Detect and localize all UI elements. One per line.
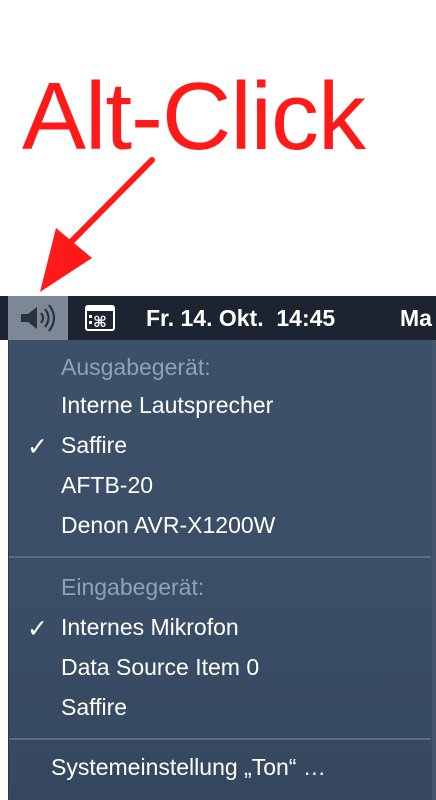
- menu-separator: [9, 556, 431, 558]
- menu-item-label: Systemeinstellung „Ton“ …: [51, 754, 326, 780]
- menubar-clock[interactable]: Fr. 14. Okt. 14:45: [146, 305, 335, 332]
- menu-item-label: Denon AVR-X1200W: [61, 512, 276, 538]
- keyboard-viewer-menu-extra[interactable]: ⌘: [78, 296, 122, 340]
- output-device-item[interactable]: ✓ Saffire: [19, 432, 427, 468]
- annotation-title: Alt-Click: [22, 63, 366, 170]
- menu-item-label: Saffire: [61, 432, 128, 458]
- output-devices-header: Ausgabegerät:: [61, 354, 211, 380]
- output-device-item[interactable]: Interne Lautsprecher: [19, 392, 427, 428]
- keyboard-viewer-icon: ⌘: [85, 305, 115, 331]
- background-window-edge: [432, 340, 436, 800]
- sound-preferences-item[interactable]: Systemeinstellung „Ton“ …: [19, 754, 427, 790]
- menu-item-label: Internes Mikrofon: [61, 614, 239, 640]
- input-devices-header: Eingabegerät:: [61, 574, 205, 600]
- output-device-item[interactable]: Denon AVR-X1200W: [19, 512, 427, 548]
- menu-item-label: AFTB-20: [61, 472, 154, 498]
- checkmark-icon: ✓: [27, 615, 48, 643]
- svg-text:⌘: ⌘: [93, 313, 107, 331]
- input-device-item[interactable]: Saffire: [19, 694, 427, 730]
- speaker-volume-icon: [21, 304, 56, 332]
- sound-dropdown-menu: Ausgabegerät: Interne Lautsprecher ✓ Saf…: [8, 340, 433, 800]
- input-device-item[interactable]: Data Source Item 0: [19, 654, 427, 690]
- output-device-item[interactable]: AFTB-20: [19, 472, 427, 508]
- menubar-user-name[interactable]: Ma: [400, 305, 432, 332]
- menu-item-label: Data Source Item 0: [61, 654, 260, 680]
- sound-menu-extra[interactable]: [8, 296, 68, 340]
- input-device-item[interactable]: ✓ Internes Mikrofon: [19, 614, 427, 650]
- menu-item-label: Saffire: [61, 694, 128, 720]
- menu-bar: ⌘ Fr. 14. Okt. 14:45 Ma: [0, 296, 436, 340]
- menu-item-label: Interne Lautsprecher: [61, 392, 274, 418]
- checkmark-icon: ✓: [27, 433, 48, 461]
- menu-separator: [9, 738, 431, 740]
